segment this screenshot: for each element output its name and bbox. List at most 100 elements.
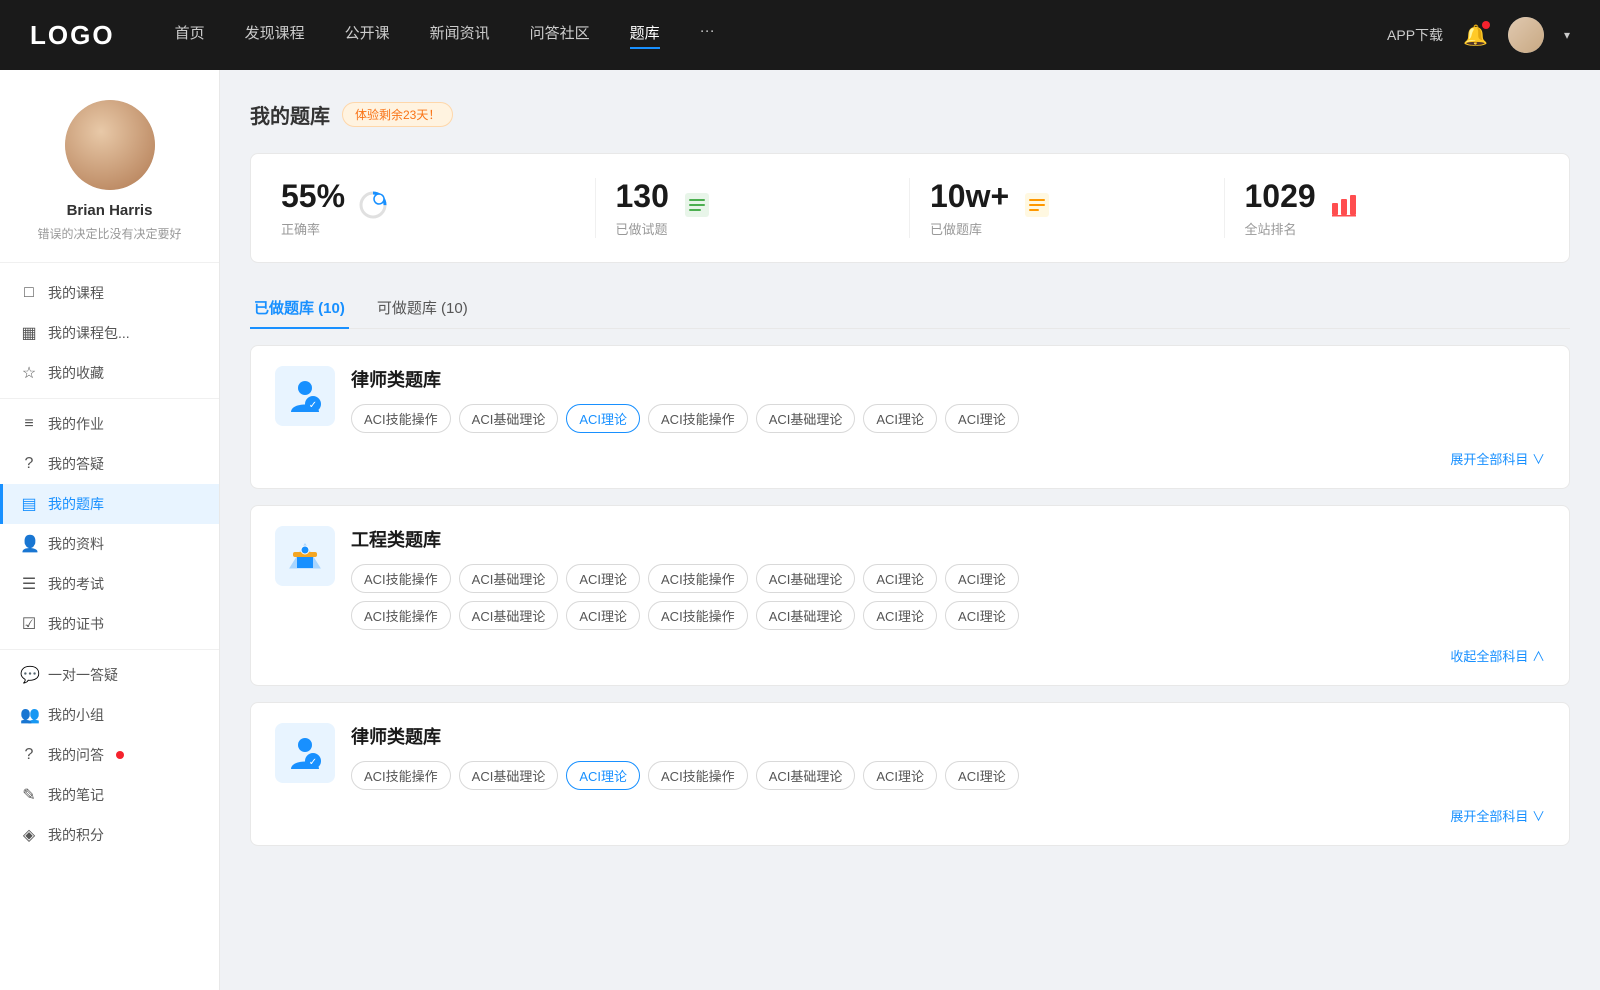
stat-label: 已做题库 — [930, 219, 1009, 238]
notification-bell[interactable]: 🔔 — [1463, 23, 1488, 48]
stat-label: 已做试题 — [616, 219, 669, 238]
sidebar-item-label: 我的收藏 — [48, 363, 104, 383]
app-download-btn[interactable]: APP下载 — [1387, 25, 1443, 45]
nav-more[interactable]: ··· — [700, 22, 715, 49]
sidebar-item-favorites[interactable]: ☆ 我的收藏 — [0, 353, 219, 393]
qbank-tag[interactable]: ACI理论 — [863, 564, 937, 593]
nav-discover[interactable]: 发现课程 — [245, 22, 305, 49]
stat-value: 55% — [281, 178, 345, 215]
qbank-tag-active[interactable]: ACI理论 — [566, 404, 640, 433]
qbank-tag[interactable]: ACI理论 — [566, 564, 640, 593]
qbank-tag[interactable]: ACI理论 — [863, 761, 937, 790]
notification-badge — [1482, 21, 1490, 29]
qbank-expand-btn-2[interactable]: 展开全部科目 ∨ — [275, 806, 1545, 825]
user-dropdown-arrow[interactable]: ▾ — [1564, 28, 1570, 42]
sidebar-item-label: 我的积分 — [48, 825, 104, 845]
sidebar-item-certificate[interactable]: ☑ 我的证书 — [0, 604, 219, 644]
qbank-card-lawyer-1: ✓ 律师类题库 ACI技能操作 ACI基础理论 ACI理论 ACI技能操作 AC… — [250, 345, 1570, 489]
qbank-tag[interactable]: ACI基础理论 — [459, 601, 559, 630]
qbank-tag[interactable]: ACI理论 — [945, 761, 1019, 790]
nav-news[interactable]: 新闻资讯 — [430, 22, 490, 49]
tab-available-banks[interactable]: 可做题库 (10) — [373, 287, 472, 328]
star-icon: ☆ — [20, 363, 38, 383]
sidebar: Brian Harris 错误的决定比没有决定要好 □ 我的课程 ▦ 我的课程包… — [0, 70, 220, 990]
qbank-tag[interactable]: ACI技能操作 — [648, 404, 748, 433]
qbank-tag[interactable]: ACI技能操作 — [351, 761, 451, 790]
qbank-tag[interactable]: ACI理论 — [566, 601, 640, 630]
sidebar-item-label: 我的考试 — [48, 574, 104, 594]
header-right: APP下载 🔔 ▾ — [1387, 17, 1570, 53]
user-avatar[interactable] — [1508, 17, 1544, 53]
qbank-tag-active[interactable]: ACI理论 — [566, 761, 640, 790]
tutor-icon: 💬 — [20, 665, 38, 685]
sidebar-avatar — [65, 100, 155, 190]
stat-ranking: 1029 全站排名 — [1225, 178, 1540, 238]
qbank-header: ✓ 律师类题库 ACI技能操作 ACI基础理论 ACI理论 ACI技能操作 AC… — [275, 723, 1545, 790]
sidebar-item-notes[interactable]: ✎ 我的笔记 — [0, 775, 219, 815]
qbank-tag[interactable]: ACI基础理论 — [756, 564, 856, 593]
nav-qa[interactable]: 问答社区 — [530, 22, 590, 49]
qbank-tag[interactable]: ACI技能操作 — [351, 404, 451, 433]
qbank-icon-lawyer: ✓ — [275, 366, 335, 426]
qbank-collapse-btn[interactable]: 收起全部科目 ∧ — [275, 646, 1545, 665]
sidebar-item-label: 我的题库 — [48, 494, 104, 514]
notes-icon: ✎ — [20, 785, 38, 805]
main-nav: 首页 发现课程 公开课 新闻资讯 问答社区 题库 ··· — [175, 22, 1387, 49]
nav-opencourse[interactable]: 公开课 — [345, 22, 390, 49]
qbank-tag[interactable]: ACI基础理论 — [756, 601, 856, 630]
qbank-icon-engineer — [275, 526, 335, 586]
page-header: 我的题库 体验剩余23天！ — [250, 100, 1570, 129]
main-content: 我的题库 体验剩余23天！ 55% 正确率 — [220, 70, 1600, 990]
qbank-info: 律师类题库 ACI技能操作 ACI基础理论 ACI理论 ACI技能操作 ACI基… — [351, 366, 1545, 433]
qbank-tag[interactable]: ACI理论 — [945, 404, 1019, 433]
nav-qbank[interactable]: 题库 — [630, 22, 660, 49]
sidebar-item-group[interactable]: 👥 我的小组 — [0, 695, 219, 735]
sidebar-motto: 错误的决定比没有决定要好 — [20, 225, 199, 242]
qbank-tag[interactable]: ACI基础理论 — [459, 404, 559, 433]
qbank-tags: ACI技能操作 ACI基础理论 ACI理论 ACI技能操作 ACI基础理论 AC… — [351, 761, 1545, 790]
qbank-tag[interactable]: ACI技能操作 — [648, 761, 748, 790]
qbank-tag[interactable]: ACI理论 — [945, 601, 1019, 630]
sidebar-item-profile[interactable]: 👤 我的资料 — [0, 524, 219, 564]
sidebar-item-points[interactable]: ◈ 我的积分 — [0, 815, 219, 855]
bar-chart-icon — [1328, 189, 1360, 228]
questions-badge — [116, 751, 124, 759]
tab-done-banks[interactable]: 已做题库 (10) — [250, 287, 349, 328]
qbank-info: 律师类题库 ACI技能操作 ACI基础理论 ACI理论 ACI技能操作 ACI基… — [351, 723, 1545, 790]
group-icon: 👥 — [20, 705, 38, 725]
qbank-expand-btn[interactable]: 展开全部科目 ∨ — [275, 449, 1545, 468]
sidebar-item-qa[interactable]: ? 我的答疑 — [0, 444, 219, 484]
qbank-tag[interactable]: ACI技能操作 — [648, 601, 748, 630]
avatar-image — [65, 100, 155, 190]
qbank-tag[interactable]: ACI技能操作 — [351, 564, 451, 593]
qbank-tag[interactable]: ACI基础理论 — [459, 761, 559, 790]
stat-banks-done: 10w+ 已做题库 — [910, 178, 1225, 238]
sidebar-item-label: 我的作业 — [48, 414, 104, 434]
qbank-info: 工程类题库 ACI技能操作 ACI基础理论 ACI理论 ACI技能操作 ACI基… — [351, 526, 1545, 630]
stat-text: 55% 正确率 — [281, 178, 345, 238]
sidebar-profile: Brian Harris 错误的决定比没有决定要好 — [0, 70, 219, 263]
sidebar-divider-1 — [0, 398, 219, 399]
sidebar-menu: □ 我的课程 ▦ 我的课程包... ☆ 我的收藏 ≡ 我的作业 ? 我的答疑 ▤ — [0, 263, 219, 865]
sidebar-item-exam[interactable]: ☰ 我的考试 — [0, 564, 219, 604]
sidebar-item-questions[interactable]: ? 我的问答 — [0, 735, 219, 775]
qbank-tag[interactable]: ACI理论 — [863, 404, 937, 433]
qbank-tag[interactable]: ACI基础理论 — [459, 564, 559, 593]
sidebar-item-homework[interactable]: ≡ 我的作业 — [0, 404, 219, 444]
main-layout: Brian Harris 错误的决定比没有决定要好 □ 我的课程 ▦ 我的课程包… — [0, 70, 1600, 990]
qbank-tag[interactable]: ACI技能操作 — [351, 601, 451, 630]
sidebar-item-qbank[interactable]: ▤ 我的题库 — [0, 484, 219, 524]
sidebar-item-course[interactable]: □ 我的课程 — [0, 273, 219, 313]
qbank-tag[interactable]: ACI理论 — [863, 601, 937, 630]
sidebar-item-tutor[interactable]: 💬 一对一答疑 — [0, 655, 219, 695]
qbank-tag[interactable]: ACI基础理论 — [756, 404, 856, 433]
logo[interactable]: LOGO — [30, 20, 115, 51]
course-icon: □ — [20, 284, 38, 302]
qbank-tag[interactable]: ACI理论 — [945, 564, 1019, 593]
nav-home[interactable]: 首页 — [175, 22, 205, 49]
note-icon — [1021, 189, 1053, 228]
qbank-tag[interactable]: ACI技能操作 — [648, 564, 748, 593]
sidebar-item-course-package[interactable]: ▦ 我的课程包... — [0, 313, 219, 353]
svg-text:✓: ✓ — [309, 757, 317, 768]
qbank-tag[interactable]: ACI基础理论 — [756, 761, 856, 790]
